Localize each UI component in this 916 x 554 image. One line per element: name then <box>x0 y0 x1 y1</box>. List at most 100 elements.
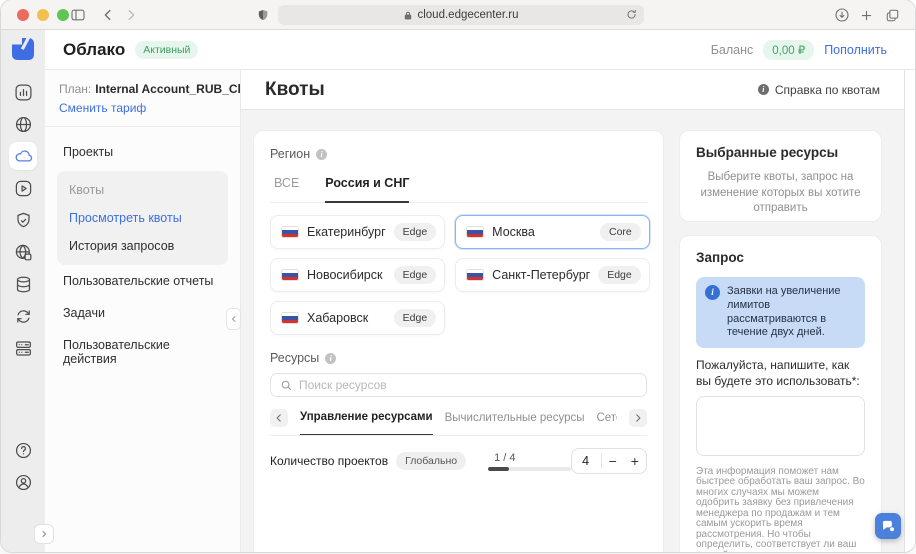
zoom-window-button[interactable] <box>57 9 69 21</box>
downloads-icon[interactable] <box>833 6 851 24</box>
page-title: Квоты <box>265 79 325 101</box>
tier-badge: Edge <box>394 309 437 327</box>
reload-icon[interactable] <box>625 8 638 21</box>
russia-flag-icon <box>466 226 484 238</box>
usage-question-label: Пожалуйста, напишите, как вы будете это … <box>696 358 865 390</box>
forward-button[interactable] <box>122 6 140 24</box>
edgecenter-logo-icon[interactable] <box>10 36 36 62</box>
sidebar-item-user-reports[interactable]: Пользовательские отчеты <box>57 265 228 297</box>
region-card-saint-petersburg[interactable]: Санкт-Петербург Edge <box>455 258 650 292</box>
right-column: Выбранные ресурсы Выберите квоты, запрос… <box>679 130 882 552</box>
russia-flag-icon <box>281 269 299 281</box>
streaming-icon[interactable] <box>9 174 37 202</box>
privacy-shield-icon[interactable] <box>254 6 272 24</box>
quota-stepper-value[interactable]: 4 <box>572 454 601 468</box>
plan-block: План: Internal Account_RUB_Cl... i Смени… <box>45 70 240 127</box>
sidebar-item-view-quotas[interactable]: Просмотреть квоты <box>69 211 216 225</box>
region-card-khabarovsk[interactable]: Хабаровск Edge <box>270 301 445 335</box>
topup-link[interactable]: Пополнить <box>824 43 887 57</box>
region-card-novosibirsk[interactable]: Новосибирск Edge <box>270 258 445 292</box>
page-header: Квоты i Справка по квотам <box>241 70 904 110</box>
tier-badge: Edge <box>394 223 437 241</box>
plan-label: План: <box>59 82 91 96</box>
balance-label: Баланс <box>711 43 754 57</box>
quota-help-link[interactable]: i Справка по квотам <box>758 83 880 97</box>
tier-badge: Core <box>600 223 641 241</box>
quota-usage-label: 1 / 4 <box>494 452 571 464</box>
tab-resource-management[interactable]: Управление ресурсами <box>300 401 433 436</box>
cdn-globe-icon[interactable] <box>9 110 37 138</box>
region-tab-all[interactable]: ВСЕ <box>274 167 299 202</box>
lock-icon <box>403 10 413 21</box>
region-info-icon[interactable]: i <box>316 149 327 160</box>
sidebar-item-projects[interactable]: Проекты <box>57 135 228 169</box>
balance-value: 0,00 ₽ <box>763 40 814 60</box>
page-body: Регион i ВСЕ Россия и СНГ <box>241 110 904 552</box>
resources-info-icon[interactable]: i <box>325 353 336 364</box>
help-icon[interactable] <box>9 436 37 464</box>
increment-button[interactable]: + <box>624 449 646 473</box>
sidebar-item-tasks[interactable]: Задачи <box>57 297 228 329</box>
tabs-scroll-left-button[interactable] <box>270 409 288 427</box>
russia-flag-icon <box>281 312 299 324</box>
request-title: Запрос <box>696 250 865 265</box>
quota-stepper: 4 − + <box>571 448 647 474</box>
back-button[interactable] <box>99 6 117 24</box>
sidebar-item-user-actions[interactable]: Пользовательские действия <box>57 329 228 375</box>
region-tabs: ВСЕ Россия и СНГ <box>270 167 647 203</box>
region-name: Москва <box>492 225 592 239</box>
russia-flag-icon <box>281 226 299 238</box>
region-card-ekaterinburg[interactable]: Екатеринбург Edge <box>270 215 445 249</box>
quota-group: Квоты Просмотреть квоты История запросов <box>57 171 228 265</box>
tier-badge: Edge <box>598 266 641 284</box>
chat-bubbles-icon <box>881 519 896 534</box>
hosting-servers-icon[interactable] <box>9 334 37 362</box>
region-name: Новосибирск <box>307 268 386 282</box>
dns-globe-icon[interactable] <box>9 238 37 266</box>
sidebar-item-quotas[interactable]: Квоты <box>69 183 216 197</box>
browser-chrome: cloud.edgecenter.ru <box>1 0 915 30</box>
sync-icon[interactable] <box>9 302 37 330</box>
region-card-moscow[interactable]: Москва Core <box>455 215 650 249</box>
request-panel: Запрос i Заявки на увеличение лимитов ра… <box>679 235 882 552</box>
cloud-icon[interactable] <box>9 142 37 170</box>
storage-database-icon[interactable] <box>9 270 37 298</box>
sidebar-item-request-history[interactable]: История запросов <box>69 239 216 253</box>
scrollbar-gutter[interactable] <box>904 70 915 552</box>
change-plan-link[interactable]: Сменить тариф <box>59 101 226 115</box>
url-text: cloud.edgecenter.ru <box>417 9 518 21</box>
tab-compute-resources[interactable]: Вычислительные ресурсы <box>445 402 585 435</box>
resources-section-label: Ресурсы i <box>270 351 647 365</box>
sidebar: План: Internal Account_RUB_Cl... i Смени… <box>45 70 241 552</box>
status-badge: Активный <box>135 41 198 59</box>
usage-textarea[interactable] <box>696 396 865 456</box>
security-shield-icon[interactable] <box>9 206 37 234</box>
stats-icon[interactable] <box>9 78 37 106</box>
app-frame: Облако Активный Баланс 0,00 ₽ Пополнить … <box>1 30 915 552</box>
decrement-button[interactable]: − <box>602 449 624 473</box>
address-bar[interactable]: cloud.edgecenter.ru <box>278 5 644 25</box>
resource-tabs: Управление ресурсами Вычислительные ресу… <box>270 401 647 436</box>
new-tab-icon[interactable] <box>857 6 875 24</box>
rail-expand-button[interactable] <box>34 524 54 544</box>
chevron-left-icon <box>230 315 238 323</box>
tabs-scroll-right-button[interactable] <box>629 409 647 427</box>
product-rail <box>1 30 45 552</box>
region-section-label: Регион i <box>270 147 647 161</box>
search-input[interactable] <box>299 378 637 392</box>
sidebar-collapse-button[interactable] <box>226 308 241 330</box>
plan-value: Internal Account_RUB_Cl... <box>95 82 251 96</box>
workspace: Облако Активный Баланс 0,00 ₽ Пополнить … <box>45 30 915 552</box>
sidebar-toggle-icon[interactable] <box>69 6 87 24</box>
tab-overview-icon[interactable] <box>883 6 901 24</box>
region-tab-russia-cis[interactable]: Россия и СНГ <box>325 167 409 203</box>
quotas-card: Регион i ВСЕ Россия и СНГ <box>253 130 664 552</box>
minimize-window-button[interactable] <box>37 9 49 21</box>
profile-icon[interactable] <box>9 468 37 496</box>
close-window-button[interactable] <box>17 9 29 21</box>
request-info-alert: i Заявки на увеличение лимитов рассматри… <box>696 277 865 348</box>
tab-network-services[interactable]: Сетевые сервисы <box>596 402 617 435</box>
tier-badge: Edge <box>394 266 437 284</box>
chat-widget-button[interactable] <box>875 513 901 539</box>
chevron-left-icon <box>274 413 284 423</box>
